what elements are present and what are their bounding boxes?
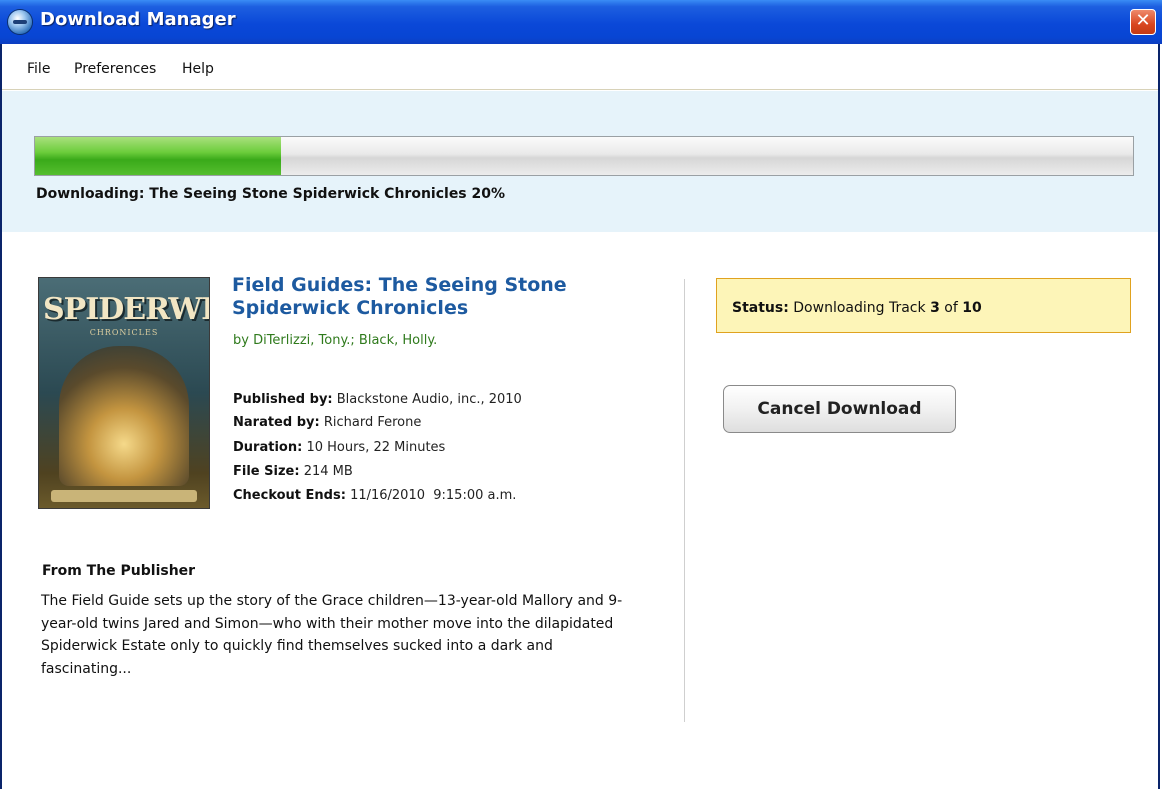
detail-label: Published by: bbox=[233, 392, 333, 407]
detail-duration: Duration: 10 Hours, 22 Minutes bbox=[233, 440, 445, 455]
detail-value: 10 Hours, 22 Minutes bbox=[306, 440, 446, 455]
download-progress-bar bbox=[34, 136, 1134, 176]
menu-bar: File Preferences Help bbox=[2, 44, 1158, 90]
status-text: Status: Downloading Track 3 of 10 bbox=[732, 300, 982, 316]
publisher-heading: From The Publisher bbox=[42, 563, 196, 579]
detail-label: Narated by: bbox=[233, 415, 320, 430]
detail-narrated-by: Narated by: Richard Ferone bbox=[233, 415, 421, 430]
detail-file-size: File Size: 214 MB bbox=[233, 464, 353, 479]
detail-label: File Size: bbox=[233, 464, 300, 479]
status-message: Downloading Track bbox=[793, 300, 926, 316]
status-total-tracks: 10 bbox=[962, 300, 982, 316]
menu-file[interactable]: File bbox=[27, 61, 50, 77]
close-button[interactable]: ✕ bbox=[1130, 9, 1156, 35]
progress-status-text: Downloading: The Seeing Stone Spiderwick… bbox=[36, 186, 505, 202]
status-current-track: 3 bbox=[930, 300, 940, 316]
detail-label: Checkout Ends: bbox=[233, 488, 346, 503]
progress-item-name: The Seeing Stone Spiderwick Chronicles bbox=[149, 186, 467, 202]
progress-fill bbox=[35, 137, 281, 175]
cover-title-text: SPIDERWICK bbox=[43, 292, 209, 327]
detail-value: 214 MB bbox=[303, 464, 353, 479]
progress-prefix: Downloading: bbox=[36, 186, 145, 202]
book-cover-image: SPIDERWICK CHRONICLES bbox=[38, 277, 210, 509]
menu-help[interactable]: Help bbox=[182, 61, 214, 77]
publisher-description: The Field Guide sets up the story of the… bbox=[41, 593, 623, 677]
cover-illustration bbox=[59, 346, 189, 486]
detail-value: Richard Ferone bbox=[323, 415, 422, 430]
status-of: of bbox=[944, 300, 958, 316]
progress-panel: Downloading: The Seeing Stone Spiderwick… bbox=[2, 91, 1158, 232]
status-box: Status: Downloading Track 3 of 10 bbox=[716, 278, 1131, 333]
status-label: Status: bbox=[732, 300, 789, 316]
cover-subtitle-text: CHRONICLES bbox=[89, 328, 159, 337]
menu-preferences[interactable]: Preferences bbox=[74, 61, 156, 77]
detail-value: Blackstone Audio, inc., 2010 bbox=[336, 392, 522, 407]
close-icon: ✕ bbox=[1135, 10, 1151, 31]
cancel-download-button[interactable]: Cancel Download bbox=[723, 385, 956, 433]
detail-value: 11/16/2010 9:15:00 a.m. bbox=[350, 488, 517, 503]
app-globe-icon bbox=[8, 10, 32, 34]
book-authors[interactable]: by DiTerlizzi, Tony.; Black, Holly. bbox=[233, 333, 437, 348]
detail-checkout-ends: Checkout Ends: 11/16/2010 9:15:00 a.m. bbox=[233, 488, 516, 503]
progress-percent: 20% bbox=[471, 186, 506, 202]
detail-published-by: Published by: Blackstone Audio, inc., 20… bbox=[233, 392, 522, 407]
cover-footer-band bbox=[51, 490, 197, 502]
title-bar[interactable]: Download Manager ✕ bbox=[0, 0, 1162, 44]
window-title: Download Manager bbox=[40, 9, 236, 30]
detail-label: Duration: bbox=[233, 440, 303, 455]
vertical-divider bbox=[684, 279, 685, 722]
book-title[interactable]: Field Guides: The Seeing Stone Spiderwic… bbox=[232, 274, 632, 320]
